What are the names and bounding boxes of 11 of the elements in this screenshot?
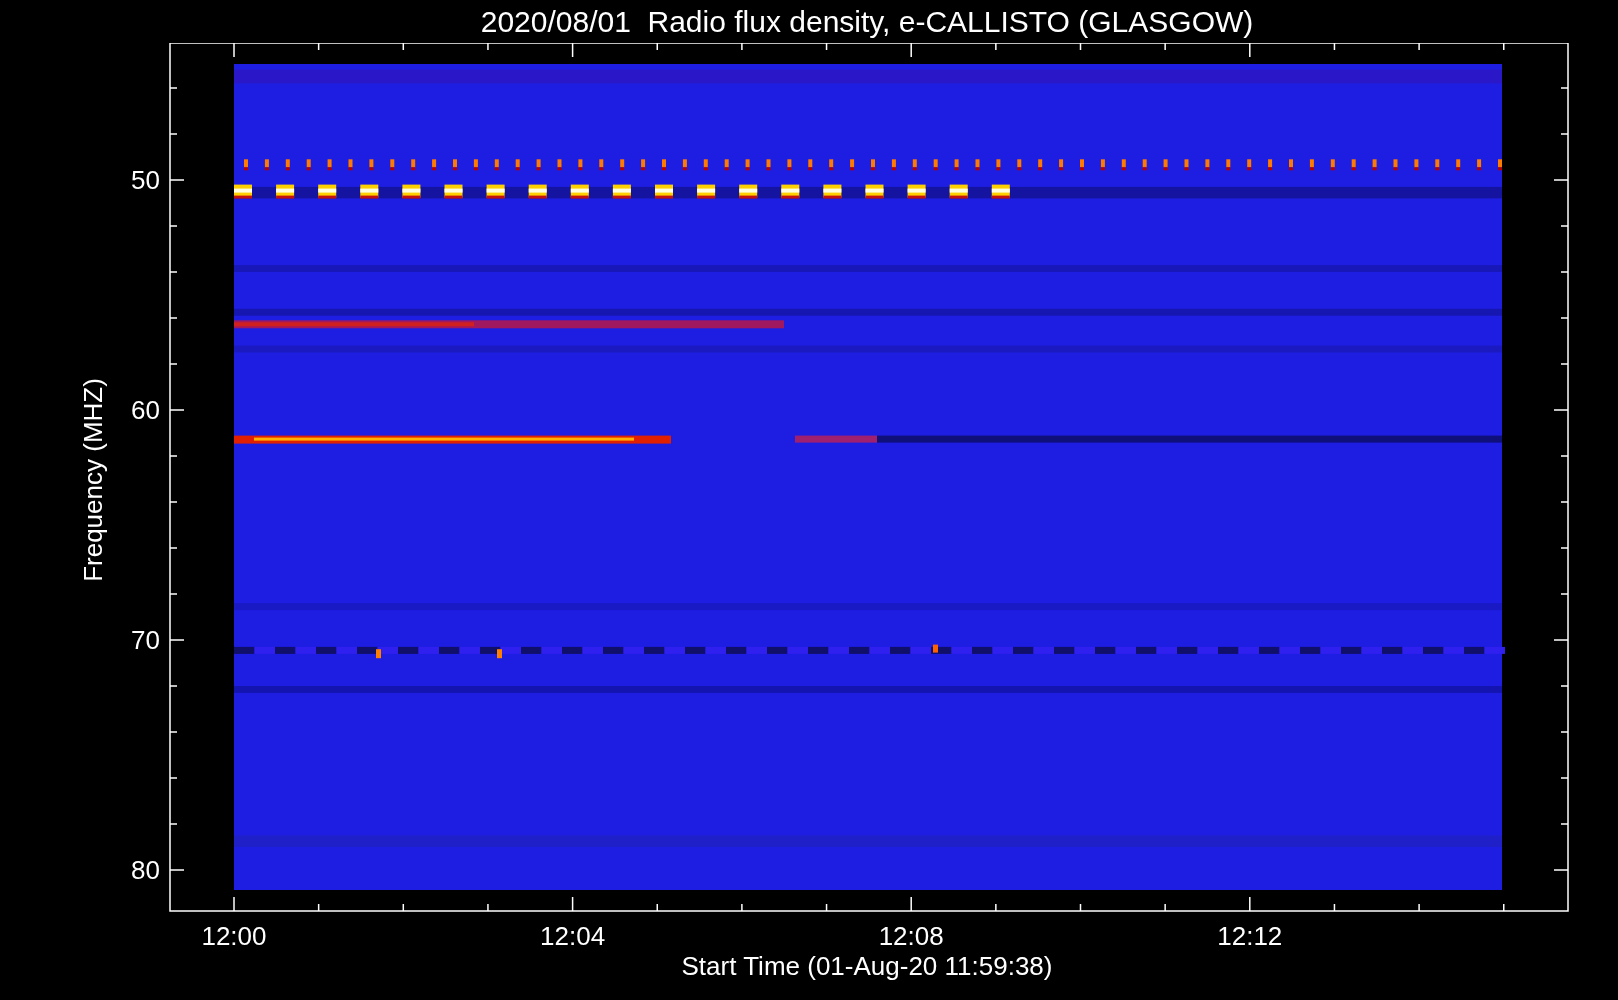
tick-label: 60 xyxy=(131,395,160,425)
tick-label: 50 xyxy=(131,165,160,195)
tick-label: 70 xyxy=(131,625,160,655)
chart-title: 2020/08/01 Radio flux density, e-CALLISTO (GLASGOW) xyxy=(480,4,1254,39)
tick-label: 12:04 xyxy=(540,921,606,951)
tick-label: 12:12 xyxy=(1217,921,1283,951)
tick-label: 80 xyxy=(131,855,160,885)
axis-label: Frequency (MHZ) xyxy=(78,378,108,582)
axis-label: Start Time (01-Aug-20 11:59:38) xyxy=(681,951,1053,981)
tick-label: 12:08 xyxy=(878,921,944,951)
tick-label: 12:00 xyxy=(201,921,267,951)
